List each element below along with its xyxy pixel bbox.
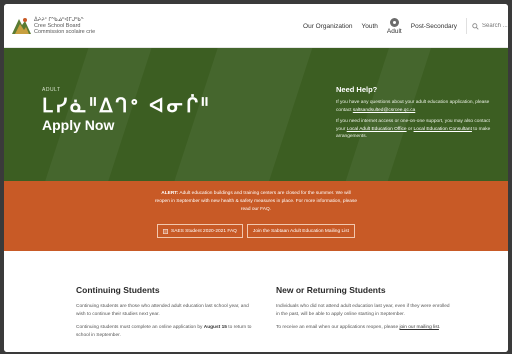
student-info-section: Continuing Students Continuing students … bbox=[4, 251, 508, 352]
alert-label: ALERT: bbox=[161, 191, 179, 196]
nav-adult[interactable]: Adult bbox=[386, 17, 402, 35]
alert-buttons: SAES Student 2020-2021 FAQ Join the Sabt… bbox=[4, 224, 508, 238]
new-returning-students-column: New or Returning Students Individuals wh… bbox=[276, 285, 454, 338]
local-consultant-link[interactable]: Local Education Consultant bbox=[414, 127, 472, 132]
site-header: ᐄᔨᔨᐤ ᒋᔅᑲᓅᐦᐊᒥᒍᐦᑲᓐ Cree School Board Commi… bbox=[4, 4, 508, 48]
new-returning-students-heading: New or Returning Students bbox=[276, 285, 386, 295]
continuing-students-deadline: Continuing students must complete an onl… bbox=[76, 325, 252, 338]
need-help-contact-text: If you have any questions about your adu… bbox=[336, 100, 490, 113]
new-returning-students-mailing: To receive an email when our application… bbox=[276, 325, 441, 330]
search-box bbox=[466, 18, 508, 34]
faq-button[interactable]: SAES Student 2020-2021 FAQ bbox=[157, 224, 243, 238]
search-icon bbox=[472, 22, 479, 30]
alert-banner: ALERT: Adult education buildings and tra… bbox=[4, 181, 508, 251]
logo-text: ᐄᔨᔨᐤ ᒋᔅᑲᓅᐦᐊᒥᒍᐦᑲᓐ Cree School Board Commi… bbox=[34, 17, 95, 35]
continuing-students-description: Continuing students are those who attend… bbox=[76, 304, 249, 317]
main-nav: Our Organization Youth Adult Post-Second… bbox=[303, 4, 508, 48]
page-title: Apply Now bbox=[42, 117, 115, 133]
nav-our-organization[interactable]: Our Organization bbox=[303, 23, 353, 30]
browser-page: ᐄᔨᔨᐤ ᒋᔅᑲᓅᐦᐊᒥᒍᐦᑲᓐ Cree School Board Commi… bbox=[4, 4, 508, 352]
continuing-students-column: Continuing Students Continuing students … bbox=[76, 285, 254, 345]
logo-french: Commission scolaire crie bbox=[34, 29, 96, 35]
local-office-link[interactable]: Local Adult Education Office bbox=[347, 127, 407, 132]
continuing-students-heading: Continuing Students bbox=[76, 285, 160, 295]
contact-email-link[interactable]: saltsandsulted@csrcee.qc.ca bbox=[353, 108, 415, 113]
active-indicator-icon bbox=[389, 17, 399, 27]
need-help-heading: Need Help? bbox=[336, 85, 378, 94]
nav-post-secondary[interactable]: Post-Secondary bbox=[411, 23, 457, 30]
hero-syllabics-title: ᒪᓯᓈᐦᐃᒉᐤ ᐊᓂᒌᐦ bbox=[42, 96, 212, 117]
search-input[interactable] bbox=[482, 23, 508, 29]
hero-section-label: ADULT bbox=[42, 87, 61, 93]
join-mailing-list-link[interactable]: join our mailing list bbox=[399, 325, 438, 330]
need-help-support-text: If you need internet access or one-on-on… bbox=[336, 119, 491, 139]
hero-banner: ADULT ᒪᓯᓈᐦᐃᒉᐤ ᐊᓂᒌᐦ Apply Now Need Help? … bbox=[4, 48, 508, 181]
document-icon bbox=[163, 228, 168, 234]
new-returning-students-description: Individuals who did not attend adult edu… bbox=[276, 304, 450, 317]
mailing-list-button[interactable]: Join the Sabtaan Adult Education Mailing… bbox=[246, 224, 355, 238]
need-help-panel: Need Help? If you have any questions abo… bbox=[336, 85, 500, 145]
nav-youth[interactable]: Youth bbox=[362, 23, 378, 30]
cree-school-board-logo[interactable] bbox=[10, 16, 32, 36]
alert-message: ALERT: Adult education buildings and tra… bbox=[154, 191, 358, 212]
nav-adult-label: Adult bbox=[386, 27, 402, 35]
